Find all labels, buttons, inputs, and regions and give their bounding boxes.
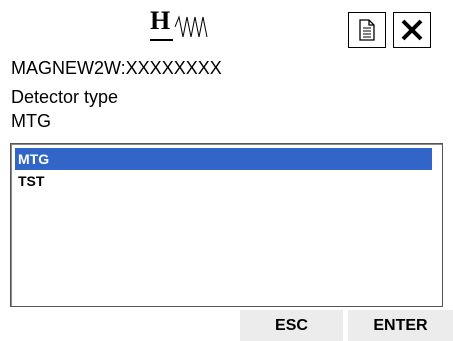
detector-type-label: Detector type <box>11 87 119 107</box>
document-button[interactable] <box>348 12 386 48</box>
logo-underline <box>150 39 173 41</box>
list-item-tst[interactable]: TST <box>15 170 432 192</box>
esc-button[interactable]: ESC <box>240 310 343 341</box>
app-logo: H <box>150 6 220 48</box>
list-item-mtg[interactable]: MTG <box>15 148 432 170</box>
detector-type-list[interactable]: MTG TST <box>10 143 443 307</box>
logo-letter: H <box>150 6 172 35</box>
document-icon <box>359 19 375 41</box>
close-button[interactable] <box>393 12 431 48</box>
wave-logo-icon <box>174 15 208 38</box>
enter-button[interactable]: ENTER <box>348 310 453 341</box>
detector-type-value: MTG <box>11 111 51 131</box>
device-id: MAGNEW2W:XXXXXXXX <box>11 58 222 78</box>
close-icon <box>401 19 423 41</box>
